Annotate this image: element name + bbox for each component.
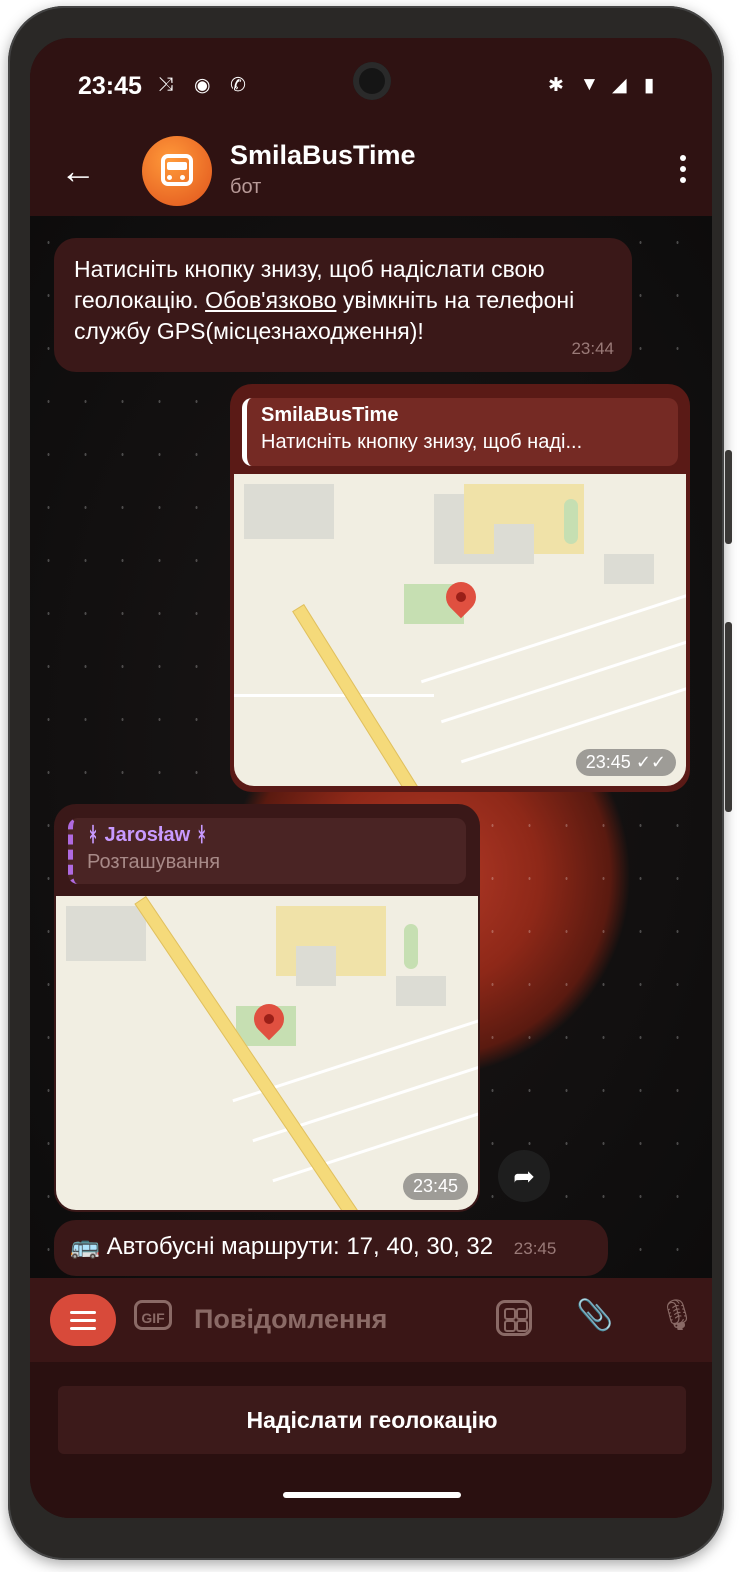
status-time: 23:45 xyxy=(78,72,142,100)
attach-paperclip-icon[interactable]: 📎 xyxy=(576,1298,613,1333)
map-block xyxy=(244,484,334,539)
map-park xyxy=(564,499,578,544)
map-block xyxy=(396,976,446,1006)
bot-message-bubble[interactable]: Натисніть кнопку знизу, щоб надіслати св… xyxy=(54,238,632,372)
map-park xyxy=(404,924,418,969)
map-street xyxy=(440,627,686,724)
forwarded-header[interactable]: ᚼ Jarosław ᚼ Розташування xyxy=(68,818,466,884)
volume-button xyxy=(725,450,732,544)
message-time: 23:45 ✓✓ xyxy=(575,749,676,776)
chat-header: ← SmilaBusTime бот xyxy=(30,128,712,216)
message-time: 23:45 xyxy=(513,1239,557,1258)
user-location-bubble[interactable]: SmilaBusTime Натисніть кнопку знизу, щоб… xyxy=(230,384,690,792)
routes-message-bubble[interactable]: 🚌 Автобусні маршрути: 17, 40, 30, 32 23:… xyxy=(54,1220,608,1276)
bot-reply-keyboard: Надіслати геолокацію xyxy=(30,1362,712,1518)
map-block xyxy=(296,946,336,986)
viber-icon: ✆ xyxy=(230,75,246,96)
chat-area[interactable]: Натисніть кнопку знизу, щоб надіслати св… xyxy=(30,216,712,1278)
location-map[interactable]: 23:45 xyxy=(56,896,478,1210)
gif-button[interactable]: GIF xyxy=(134,1300,172,1330)
chat-subtitle: бот xyxy=(230,176,262,198)
message-time: 23:45 xyxy=(402,1173,468,1200)
megaphone-icon: ◉ xyxy=(194,75,211,96)
map-block xyxy=(494,524,534,564)
double-check-icon: ✓✓ xyxy=(635,752,666,772)
wifi-icon: ▼ xyxy=(580,74,599,95)
microphone-icon[interactable]: 🎙 xyxy=(658,1298,696,1333)
power-button xyxy=(725,622,732,812)
phone-frame: 23:45 ⤨ ◉ ✆ ✱ ▼ ◢ ▮ ← SmilaBusTime бот Н… xyxy=(8,6,732,1560)
message-input-bar: GIF Повідомлення 📎 🎙 xyxy=(30,1278,712,1362)
message-underlined-text: Обов'язково xyxy=(205,287,337,313)
avatar[interactable] xyxy=(142,136,212,206)
map-block xyxy=(66,906,146,961)
send-location-button[interactable]: Надіслати геолокацію xyxy=(58,1386,686,1454)
bus-emoji-icon: 🚌 xyxy=(70,1233,100,1260)
forwarded-author: ᚼ Jarosław ᚼ xyxy=(87,824,208,846)
front-camera xyxy=(353,62,391,100)
back-arrow-icon[interactable]: ← xyxy=(60,150,96,192)
app-notification-icon: ⤨ xyxy=(158,74,174,95)
routes-text: Автобусні маршрути: 17, 40, 30, 32 xyxy=(106,1233,494,1260)
battery-icon: ▮ xyxy=(644,75,655,96)
bot-keyboard-icon[interactable] xyxy=(496,1300,532,1336)
bot-menu-button[interactable] xyxy=(50,1294,116,1346)
location-map[interactable]: 23:45 ✓✓ xyxy=(234,474,686,786)
forwarded-type: Розташування xyxy=(87,851,221,873)
more-menu-icon[interactable] xyxy=(680,150,686,188)
reply-preview[interactable]: SmilaBusTime Натисніть кнопку знизу, щоб… xyxy=(242,398,678,466)
bluetooth-icon: ✱ xyxy=(548,75,564,96)
signal-icon: ◢ xyxy=(612,75,627,96)
bus-icon xyxy=(161,154,193,186)
home-indicator[interactable] xyxy=(283,1492,461,1498)
message-time: 23:44 xyxy=(571,339,614,358)
map-block xyxy=(604,554,654,584)
map-street xyxy=(234,694,434,697)
reply-title: SmilaBusTime xyxy=(261,404,399,426)
status-bar: 23:45 ⤨ ◉ ✆ ✱ ▼ ◢ ▮ xyxy=(30,38,712,128)
forwarded-location-bubble[interactable]: ᚼ Jarosław ᚼ Розташування 23:45 xyxy=(54,804,480,1212)
message-input[interactable]: Повідомлення xyxy=(194,1304,387,1335)
reply-text: Натисніть кнопку знизу, щоб наді... xyxy=(261,431,583,453)
screen: 23:45 ⤨ ◉ ✆ ✱ ▼ ◢ ▮ ← SmilaBusTime бот Н… xyxy=(30,38,712,1518)
chat-title[interactable]: SmilaBusTime xyxy=(230,140,416,171)
forward-icon[interactable]: ➦ xyxy=(498,1150,550,1202)
